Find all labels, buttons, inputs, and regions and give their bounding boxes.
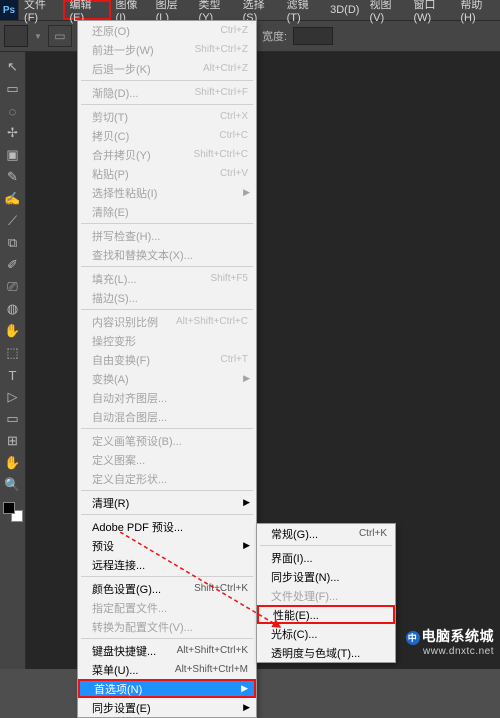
menu-选择[interactable]: 选择(S): [238, 0, 282, 20]
menu-文件[interactable]: 文件(F): [19, 0, 62, 20]
menu-帮助[interactable]: 帮助(H): [455, 0, 500, 20]
chevron-down-icon[interactable]: ▼: [34, 32, 42, 41]
tool-14[interactable]: T: [2, 364, 24, 386]
width-label: 宽度:: [262, 28, 287, 44]
menu-item: 查找和替换文本(X)...: [78, 245, 256, 264]
submenu-item[interactable]: 透明度与色域(T)...: [257, 643, 395, 662]
menu-item: 选择性粘贴(I)▶: [78, 183, 256, 202]
menu-item[interactable]: Adobe PDF 预设...: [78, 517, 256, 536]
tool-1[interactable]: ▭: [2, 78, 24, 100]
toolbox: ↖▭◌✢▣✎✍⟋⧉✐⎚◍✋⬚T▷▭⊞✋🔍: [0, 52, 26, 669]
menu-item: 还原(O)Ctrl+Z: [78, 21, 256, 40]
tool-18[interactable]: ✋: [2, 452, 24, 474]
edit-menu-dropdown: 还原(O)Ctrl+Z前进一步(W)Shift+Ctrl+Z后退一步(K)Alt…: [77, 20, 257, 718]
submenu-item[interactable]: 性能(E)...: [257, 605, 395, 624]
submenu-item[interactable]: 常规(G)...Ctrl+K: [257, 524, 395, 543]
tool-3[interactable]: ✢: [2, 122, 24, 144]
tool-10[interactable]: ⎚: [2, 276, 24, 298]
tool-11[interactable]: ◍: [2, 298, 24, 320]
tool-4[interactable]: ▣: [2, 144, 24, 166]
menu-item: 剪切(T)Ctrl+X: [78, 107, 256, 126]
preferences-submenu: 常规(G)...Ctrl+K 界面(I)...同步设置(N)...文件处理(F).…: [256, 523, 396, 663]
menu-item[interactable]: 键盘快捷键...Alt+Shift+Ctrl+K: [78, 641, 256, 660]
submenu-item[interactable]: 文件处理(F)...: [257, 586, 395, 605]
menu-item: 定义画笔预设(B)...: [78, 431, 256, 450]
menu-item: 前进一步(W)Shift+Ctrl+Z: [78, 40, 256, 59]
tool-6[interactable]: ✍: [2, 188, 24, 210]
menu-item: 拷贝(C)Ctrl+C: [78, 126, 256, 145]
menu-item[interactable]: 首选项(N)▶: [78, 679, 256, 698]
submenu-item[interactable]: 光标(C)...: [257, 624, 395, 643]
menu-窗口[interactable]: 窗口(W): [409, 0, 456, 20]
submenu-item[interactable]: 同步设置(N)...: [257, 567, 395, 586]
tool-5[interactable]: ✎: [2, 166, 24, 188]
tool-16[interactable]: ▭: [2, 408, 24, 430]
tool-preset-swatch[interactable]: [4, 25, 28, 47]
menu-item[interactable]: 预设▶: [78, 536, 256, 555]
menu-item: 拼写检查(H)...: [78, 226, 256, 245]
submenu-item[interactable]: 界面(I)...: [257, 548, 395, 567]
menu-item[interactable]: 菜单(U)...Alt+Shift+Ctrl+M: [78, 660, 256, 679]
menu-item: 描边(S)...: [78, 288, 256, 307]
tool-0[interactable]: ↖: [2, 56, 24, 78]
menu-item: 内容识别比例Alt+Shift+Ctrl+C: [78, 312, 256, 331]
selection-new-icon[interactable]: ▭: [48, 25, 72, 47]
menu-item: 变换(A)▶: [78, 369, 256, 388]
menu-item[interactable]: 远程连接...: [78, 555, 256, 574]
menu-编辑[interactable]: 编辑(E): [63, 0, 111, 20]
menubar: Ps 文件(F)编辑(E)图像(I)图层(L)类型(Y)选择(S)滤镜(T)3D…: [0, 0, 500, 20]
watermark: 中电脑系统城 www.dnxtc.net: [406, 626, 495, 657]
app-logo: Ps: [0, 0, 19, 20]
menu-item: 后退一步(K)Alt+Ctrl+Z: [78, 59, 256, 78]
menu-item[interactable]: 清理(R)▶: [78, 493, 256, 512]
tool-9[interactable]: ✐: [2, 254, 24, 276]
tool-15[interactable]: ▷: [2, 386, 24, 408]
tool-17[interactable]: ⊞: [2, 430, 24, 452]
menu-滤镜[interactable]: 滤镜(T): [282, 0, 325, 20]
menu-item: 渐隐(D)...Shift+Ctrl+F: [78, 83, 256, 102]
menu-类型[interactable]: 类型(Y): [194, 0, 238, 20]
menu-3D[interactable]: 3D(D): [325, 0, 364, 20]
menu-item: 定义自定形状...: [78, 469, 256, 488]
menu-item: 合并拷贝(Y)Shift+Ctrl+C: [78, 145, 256, 164]
menu-item: 转换为配置文件(V)...: [78, 617, 256, 636]
tool-2[interactable]: ◌: [2, 100, 24, 122]
tool-12[interactable]: ✋: [2, 320, 24, 342]
menu-item[interactable]: 同步设置(E)▶: [78, 698, 256, 717]
tool-7[interactable]: ⟋: [2, 210, 24, 232]
menu-item: 粘贴(P)Ctrl+V: [78, 164, 256, 183]
menu-item: 定义图案...: [78, 450, 256, 469]
menu-图像[interactable]: 图像(I): [111, 0, 151, 20]
menu-item: 操控变形: [78, 331, 256, 350]
menu-item: 清除(E): [78, 202, 256, 221]
menu-item: 自动对齐图层...: [78, 388, 256, 407]
tool-8[interactable]: ⧉: [2, 232, 24, 254]
tool-19[interactable]: 🔍: [2, 474, 24, 496]
menu-item: 指定配置文件...: [78, 598, 256, 617]
menu-item: 自动混合图层...: [78, 407, 256, 426]
menu-item[interactable]: 颜色设置(G)...Shift+Ctrl+K: [78, 579, 256, 598]
width-input[interactable]: [293, 27, 333, 45]
menu-视图[interactable]: 视图(V): [364, 0, 408, 20]
menu-item: 自由变换(F)Ctrl+T: [78, 350, 256, 369]
color-swatches[interactable]: [3, 502, 23, 522]
menu-图层[interactable]: 图层(L): [151, 0, 194, 20]
menu-item: 填充(L)...Shift+F5: [78, 269, 256, 288]
tool-13[interactable]: ⬚: [2, 342, 24, 364]
